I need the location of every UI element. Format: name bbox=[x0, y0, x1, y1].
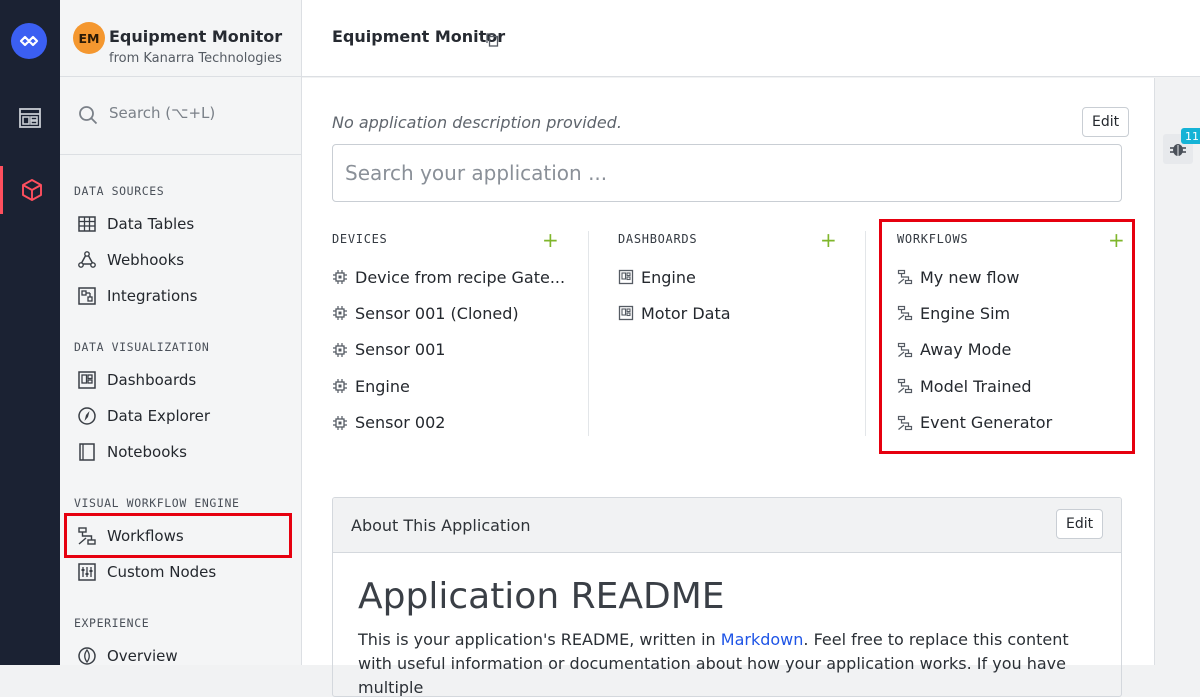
application-overview: No application description provided. Edi… bbox=[302, 78, 1154, 697]
edit-description-button[interactable]: Edit bbox=[1082, 107, 1130, 137]
application-search-input[interactable] bbox=[333, 145, 1121, 201]
dashboard-list-item-label: Motor Data bbox=[641, 303, 731, 323]
right-side-panel: 11 bbox=[1154, 78, 1200, 665]
device-list-item-label: Sensor 001 bbox=[355, 340, 446, 360]
readme-text: This is your application's README, writt… bbox=[358, 630, 721, 649]
sidebar-search[interactable]: Search (⌥+L) bbox=[60, 77, 301, 155]
integrations-icon bbox=[76, 285, 98, 307]
sidebar-item-label: Overview bbox=[107, 647, 178, 665]
dashboard-list-item[interactable]: Motor Data bbox=[618, 299, 731, 327]
sidebar-item-label: Dashboards bbox=[107, 371, 197, 389]
global-nav-rail bbox=[0, 0, 60, 665]
device-list-item-label: Sensor 002 bbox=[355, 413, 446, 433]
device-list-item[interactable]: Device from recipe Gate... bbox=[332, 263, 565, 291]
sidebar-item-label: Integrations bbox=[107, 287, 198, 305]
overview-icon bbox=[76, 645, 98, 667]
device-list-item-label: Device from recipe Gate... bbox=[355, 267, 566, 287]
about-application-panel: About This Application Edit Application … bbox=[332, 497, 1122, 697]
applications-cube-icon[interactable] bbox=[0, 166, 60, 214]
devices-column-title: DEVICES bbox=[332, 232, 388, 246]
debug-button[interactable]: 11 bbox=[1163, 128, 1200, 164]
section-title-data-visualization: DATA VISUALIZATION bbox=[74, 340, 210, 354]
column-divider bbox=[588, 231, 589, 436]
device-list-item-label: Sensor 001 (Cloned) bbox=[355, 303, 519, 323]
notebook-icon bbox=[76, 441, 98, 463]
workflows-list-highlight-box bbox=[879, 219, 1135, 454]
section-title-experience: EXPERIENCE bbox=[74, 616, 150, 630]
device-chip-icon bbox=[332, 305, 348, 321]
sidebar-item-dashboards[interactable]: Dashboards bbox=[76, 365, 196, 395]
device-list-item[interactable]: Engine bbox=[332, 372, 410, 400]
table-icon bbox=[76, 213, 98, 235]
about-panel-title: About This Application bbox=[351, 516, 531, 535]
sidebar-item-webhooks[interactable]: Webhooks bbox=[76, 245, 184, 275]
dashboard-icon bbox=[618, 269, 634, 285]
sidebar-item-label: Notebooks bbox=[107, 443, 187, 461]
device-chip-icon bbox=[332, 342, 348, 358]
debug-count-badge: 11 bbox=[1181, 128, 1200, 144]
sidebar-item-data-explorer[interactable]: Data Explorer bbox=[76, 401, 210, 431]
webhook-icon bbox=[76, 249, 98, 271]
sidebar-item-label: Data Explorer bbox=[107, 407, 211, 425]
add-device-button[interactable]: + bbox=[542, 230, 559, 250]
avatar: EM bbox=[73, 22, 105, 54]
dashboards-column-title: DASHBOARDS bbox=[618, 232, 698, 246]
device-chip-icon bbox=[332, 378, 348, 394]
search-icon bbox=[78, 105, 98, 129]
sidebar-item-data-tables[interactable]: Data Tables bbox=[76, 209, 194, 239]
sidebar-item-label: Webhooks bbox=[107, 251, 185, 269]
sidebar-item-custom-nodes[interactable]: Custom Nodes bbox=[76, 557, 216, 587]
device-list-item[interactable]: Sensor 001 bbox=[332, 336, 445, 364]
page-title: Equipment Monitor bbox=[332, 27, 506, 46]
sidebar-item-notebooks[interactable]: Notebooks bbox=[76, 437, 187, 467]
device-list-item-label: Engine bbox=[355, 376, 410, 396]
readme-paragraph: This is your application's README, writt… bbox=[358, 628, 1098, 696]
sidebar-item-label: Data Tables bbox=[107, 215, 195, 233]
readme-heading: Application README bbox=[358, 576, 725, 617]
copy-icon[interactable] bbox=[486, 32, 499, 51]
sidebar-item-overview[interactable]: Overview bbox=[76, 641, 178, 671]
dashboard-icon bbox=[76, 369, 98, 391]
add-dashboard-button[interactable]: + bbox=[820, 230, 837, 250]
dashboard-list-item-label: Engine bbox=[641, 267, 696, 287]
edit-readme-button[interactable]: Edit bbox=[1056, 509, 1104, 539]
page-header: Equipment Monitor bbox=[302, 0, 1200, 77]
workflows-highlight-box bbox=[64, 513, 292, 558]
compass-icon bbox=[76, 405, 98, 427]
sidebar-item-integrations[interactable]: Integrations bbox=[76, 281, 197, 311]
device-chip-icon bbox=[332, 415, 348, 431]
section-title-data-sources: DATA SOURCES bbox=[74, 184, 165, 198]
markdown-link[interactable]: Markdown bbox=[721, 630, 804, 649]
organization-name: from Kanarra Technologies bbox=[109, 51, 282, 66]
sidebar-search-placeholder: Search (⌥+L) bbox=[109, 104, 216, 122]
column-divider bbox=[865, 231, 866, 436]
sliders-icon bbox=[76, 561, 98, 583]
sidebar-item-label: Custom Nodes bbox=[107, 563, 217, 581]
application-sidebar: EM Equipment Monitor from Kanarra Techno… bbox=[60, 0, 302, 665]
application-header: EM Equipment Monitor from Kanarra Techno… bbox=[60, 0, 301, 77]
dashboards-nav-icon[interactable] bbox=[0, 94, 60, 142]
device-chip-icon bbox=[332, 269, 348, 285]
application-name[interactable]: Equipment Monitor bbox=[109, 27, 282, 46]
application-description: No application description provided. bbox=[332, 113, 622, 132]
device-list-item[interactable]: Sensor 001 (Cloned) bbox=[332, 299, 519, 327]
losant-logo-icon[interactable] bbox=[11, 23, 47, 59]
about-panel-header: About This Application Edit bbox=[333, 498, 1121, 553]
dashboard-list-item[interactable]: Engine bbox=[618, 263, 696, 291]
dashboard-icon bbox=[618, 305, 634, 321]
application-search[interactable] bbox=[332, 144, 1122, 202]
device-list-item[interactable]: Sensor 002 bbox=[332, 409, 445, 437]
section-title-visual-workflow-engine: VISUAL WORKFLOW ENGINE bbox=[74, 496, 240, 510]
